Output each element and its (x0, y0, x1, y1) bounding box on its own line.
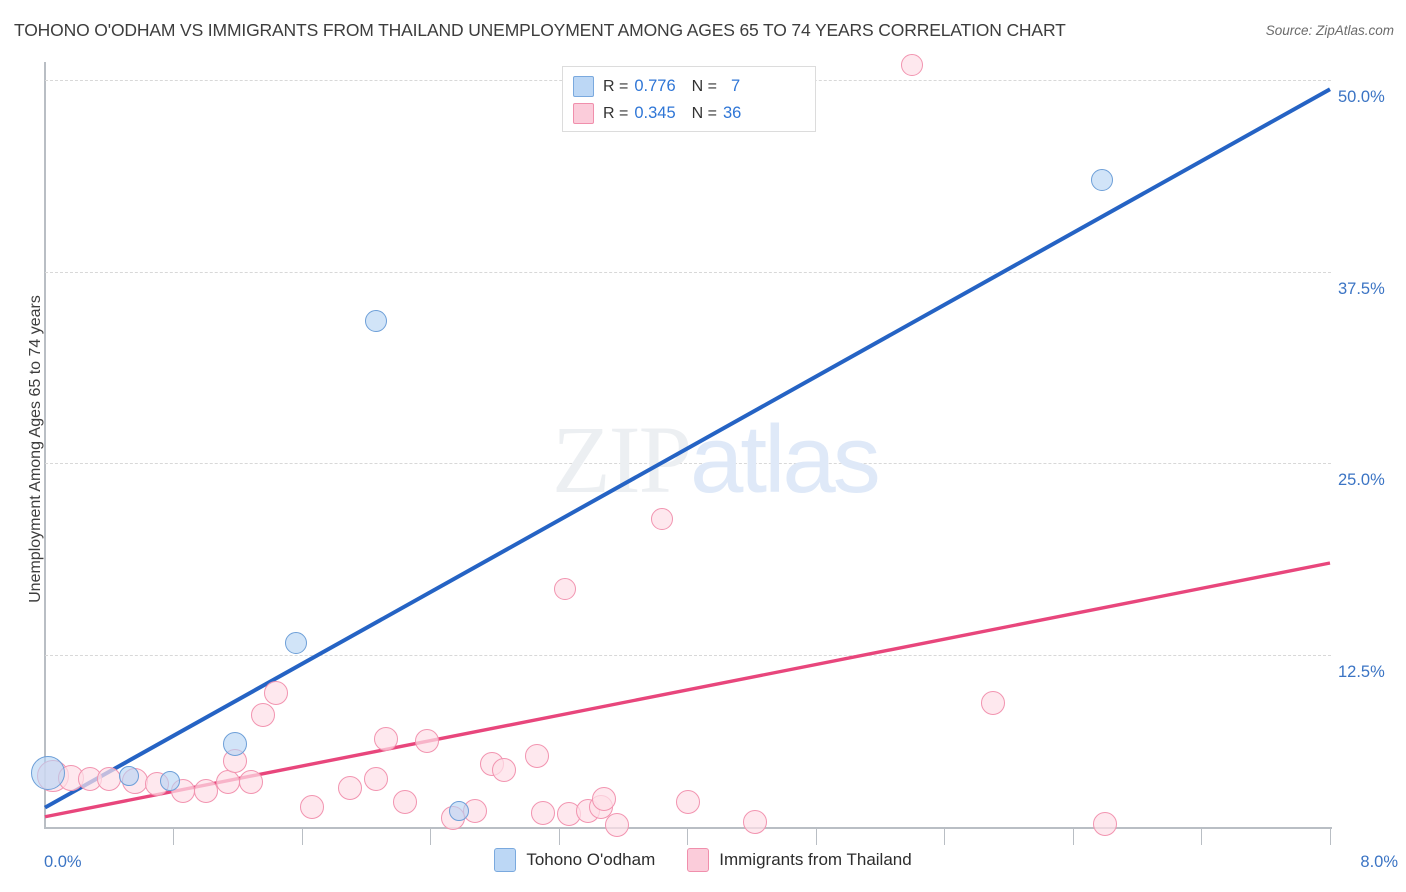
data-point-tohono-oodham (222, 731, 247, 756)
watermark-zip: ZIP (552, 406, 692, 513)
data-point-immigrants-thailand (373, 727, 398, 752)
data-point-tohono-oodham (118, 766, 139, 787)
data-point-immigrants-thailand (604, 813, 629, 838)
data-point-immigrants-thailand (524, 744, 549, 769)
x-axis-tick (430, 828, 431, 845)
stats-row-tohono-oodham: R = 0.776 N = 7 (573, 73, 805, 100)
swatch-pink-icon (573, 103, 594, 124)
stats-r-value-pink: 0.345 (634, 104, 676, 122)
data-point-immigrants-thailand (530, 800, 555, 825)
data-point-tohono-oodham (1090, 168, 1113, 191)
data-point-immigrants-thailand (591, 787, 616, 812)
x-axis-tick (816, 828, 817, 845)
correlation-stats-box: R = 0.776 N = 7 R = 0.345 N = 36 (562, 66, 816, 132)
data-point-immigrants-thailand (901, 53, 924, 76)
x-axis-line (44, 827, 1332, 829)
data-point-immigrants-thailand (299, 794, 324, 819)
y-tick-label-12: 12.5% (1338, 663, 1385, 681)
x-axis-tick (1330, 828, 1331, 845)
data-point-immigrants-thailand (216, 770, 241, 795)
zipatlas-watermark: ZIPatlas (552, 404, 881, 515)
x-axis-tick (687, 828, 688, 845)
trendline-tohono-oodham (44, 87, 1331, 810)
stats-row-immigrants-thailand: R = 0.345 N = 36 (573, 100, 805, 127)
trendlines-layer (44, 87, 1331, 819)
data-point-tohono-oodham (160, 770, 181, 791)
x-axis-tick (944, 828, 945, 845)
gridline-25 (45, 463, 1331, 464)
x-axis-tick (302, 828, 303, 845)
y-tick-label-25: 25.0% (1338, 471, 1385, 489)
data-point-immigrants-thailand (742, 810, 767, 835)
stats-r-label-pink: R = (603, 104, 629, 122)
data-point-immigrants-thailand (97, 767, 122, 792)
data-point-immigrants-thailand (415, 728, 440, 753)
legend-swatch-pink-icon (687, 848, 710, 872)
page-title: TOHONO O'ODHAM VS IMMIGRANTS FROM THAILA… (14, 20, 1066, 40)
gridline-37 (45, 272, 1331, 273)
stats-r-value-blue: 0.776 (634, 77, 676, 95)
stats-n-value-blue: 7 (730, 77, 741, 95)
data-point-immigrants-thailand (650, 507, 673, 530)
y-tick-label-50: 50.0% (1338, 88, 1385, 106)
x-axis-tick (1073, 828, 1074, 845)
source-label: Source: ZipAtlas.com (1265, 23, 1394, 38)
data-point-tohono-oodham (364, 309, 387, 332)
data-point-immigrants-thailand (1093, 811, 1118, 836)
data-point-immigrants-thailand (675, 790, 700, 815)
gridline-12 (45, 655, 1331, 656)
stats-n-value-pink: 36 (722, 104, 742, 122)
data-point-immigrants-thailand (238, 770, 263, 795)
legend-label-immigrants-thailand: Immigrants from Thailand (719, 850, 912, 869)
x-axis-tick (559, 828, 560, 845)
stats-r-label-blue: R = (603, 77, 629, 95)
data-point-immigrants-thailand (492, 758, 517, 782)
data-point-immigrants-thailand (980, 690, 1005, 715)
data-point-immigrants-thailand (554, 578, 577, 601)
data-point-immigrants-thailand (363, 767, 388, 792)
legend-item-tohono-oodham[interactable]: Tohono O'odham (494, 848, 655, 872)
legend-label-tohono-oodham: Tohono O'odham (526, 850, 656, 869)
x-axis-tick (173, 828, 174, 845)
data-point-immigrants-thailand (251, 702, 276, 727)
legend-swatch-blue-icon (494, 848, 517, 872)
stats-n-label-blue: N = (691, 77, 717, 95)
swatch-blue-icon (573, 76, 594, 97)
data-point-immigrants-thailand (264, 681, 289, 706)
series-legend: Tohono O'odham Immigrants from Thailand (0, 848, 1406, 872)
chart-header: TOHONO O'ODHAM VS IMMIGRANTS FROM THAILA… (0, 0, 1406, 54)
watermark-atlas: atlas (690, 406, 881, 513)
stats-n-label-pink: N = (691, 104, 717, 122)
y-axis-title: Unemployment Among Ages 65 to 74 years (27, 295, 44, 603)
legend-item-immigrants-thailand[interactable]: Immigrants from Thailand (687, 848, 912, 872)
y-tick-label-37: 37.5% (1338, 280, 1385, 298)
data-point-immigrants-thailand (392, 790, 417, 815)
data-point-immigrants-thailand (193, 779, 218, 804)
data-point-immigrants-thailand (338, 776, 363, 801)
data-point-tohono-oodham (284, 631, 307, 654)
x-axis-tick (1201, 828, 1202, 845)
